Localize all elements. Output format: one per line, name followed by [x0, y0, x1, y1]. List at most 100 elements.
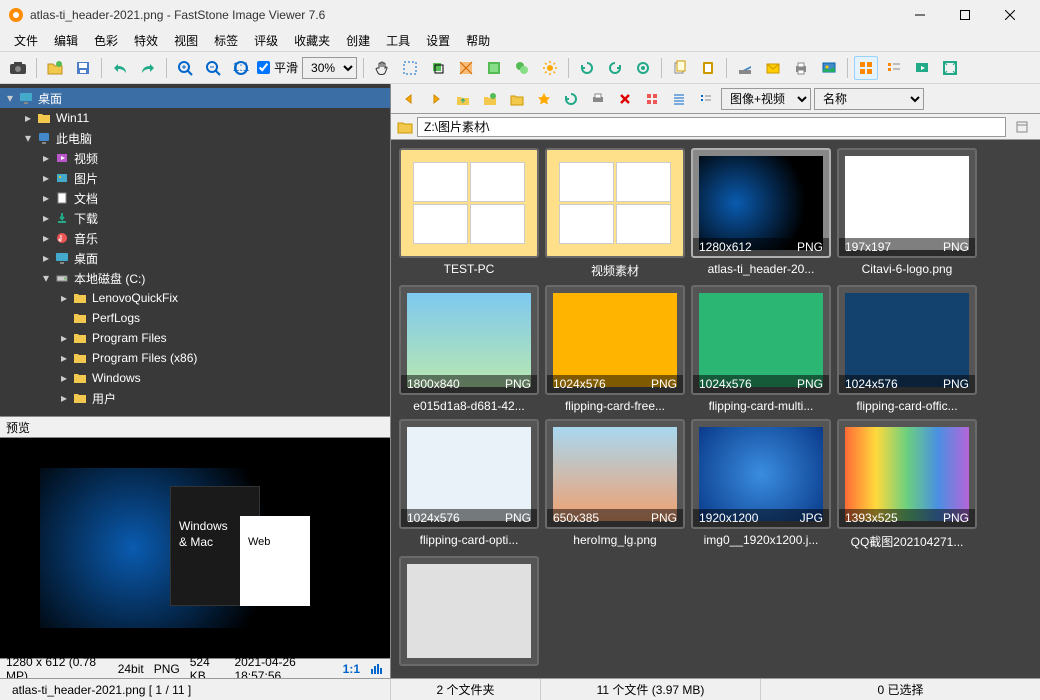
hand-icon[interactable]: [370, 56, 394, 80]
thumbnail[interactable]: 1800x840PNGe015d1a8-d681-42...: [399, 285, 539, 413]
tree-item[interactable]: ▾此电脑: [0, 128, 390, 148]
tree-item[interactable]: ▸下载: [0, 208, 390, 228]
open-icon[interactable]: [43, 56, 67, 80]
tree-item[interactable]: ▸视频: [0, 148, 390, 168]
tree-item[interactable]: ▾本地磁盘 (C:): [0, 268, 390, 288]
thumbnail[interactable]: 1280x612PNGatlas-ti_header-20...: [691, 148, 831, 279]
tree-expand-icon[interactable]: [58, 312, 70, 324]
thumbnail[interactable]: 1024x576PNGflipping-card-offic...: [837, 285, 977, 413]
tree-expand-icon[interactable]: ▸: [40, 192, 52, 204]
wallpaper-icon[interactable]: [817, 56, 841, 80]
path-history-icon[interactable]: [1010, 115, 1034, 139]
maximize-button[interactable]: [942, 0, 987, 30]
actual-size-icon[interactable]: 1:1: [229, 56, 253, 80]
redo-icon[interactable]: [136, 56, 160, 80]
thumbnail[interactable]: 1024x576PNGflipping-card-free...: [545, 285, 685, 413]
menu-item[interactable]: 帮助: [460, 30, 496, 51]
nav-selectall-icon[interactable]: [640, 87, 664, 111]
menu-item[interactable]: 视图: [168, 30, 204, 51]
smooth-checkbox[interactable]: 平滑: [257, 59, 298, 76]
nav-folder-icon[interactable]: [505, 87, 529, 111]
zoom-out-icon[interactable]: [201, 56, 225, 80]
thumbnail[interactable]: 197x197PNGCitavi-6-logo.png: [837, 148, 977, 279]
tree-expand-icon[interactable]: ▸: [40, 252, 52, 264]
histogram-icon[interactable]: [370, 663, 384, 675]
menu-item[interactable]: 创建: [340, 30, 376, 51]
resize-icon[interactable]: [454, 56, 478, 80]
clone-icon[interactable]: [510, 56, 534, 80]
menu-item[interactable]: 文件: [8, 30, 44, 51]
paste-icon[interactable]: [696, 56, 720, 80]
thumbnail[interactable]: 1024x576PNGflipping-card-multi...: [691, 285, 831, 413]
tree-expand-icon[interactable]: ▸: [40, 152, 52, 164]
tree-item[interactable]: PerfLogs: [0, 308, 390, 328]
thumbnail[interactable]: 650x385PNGheroImg_lg.png: [545, 419, 685, 550]
thumbnail[interactable]: 1920x1200JPGimg0__1920x1200.j...: [691, 419, 831, 550]
tree-item[interactable]: ▸Program Files (x86): [0, 348, 390, 368]
nav-viewmode1-icon[interactable]: [667, 87, 691, 111]
thumbnail[interactable]: 视频素材: [545, 148, 685, 279]
close-button[interactable]: [987, 0, 1032, 30]
menu-item[interactable]: 色彩: [88, 30, 124, 51]
menu-item[interactable]: 收藏夹: [288, 30, 336, 51]
nav-home-icon[interactable]: [478, 87, 502, 111]
tree-item[interactable]: ▸图片: [0, 168, 390, 188]
path-input[interactable]: [417, 117, 1006, 137]
menu-item[interactable]: 编辑: [48, 30, 84, 51]
filter-select[interactable]: 图像+视频: [721, 88, 811, 110]
tree-item[interactable]: ▸Win11: [0, 108, 390, 128]
print-icon[interactable]: [789, 56, 813, 80]
nav-forward-icon[interactable]: [424, 87, 448, 111]
tree-item[interactable]: ▸Windows: [0, 368, 390, 388]
menu-item[interactable]: 特效: [128, 30, 164, 51]
save-icon[interactable]: [71, 56, 95, 80]
tree-item[interactable]: ▾桌面: [0, 88, 390, 108]
tree-expand-icon[interactable]: ▸: [40, 232, 52, 244]
email-icon[interactable]: [761, 56, 785, 80]
nav-viewmode2-icon[interactable]: [694, 87, 718, 111]
tree-expand-icon[interactable]: ▾: [40, 272, 52, 284]
acquire-icon[interactable]: [6, 56, 30, 80]
thumbnail-area[interactable]: TEST-PC视频素材1280x612PNGatlas-ti_header-20…: [391, 140, 1040, 678]
tree-expand-icon[interactable]: ▾: [4, 92, 16, 104]
menu-item[interactable]: 评级: [248, 30, 284, 51]
nav-back-icon[interactable]: [397, 87, 421, 111]
tree-expand-icon[interactable]: ▾: [22, 132, 34, 144]
tree-item[interactable]: ▸音乐: [0, 228, 390, 248]
menu-item[interactable]: 工具: [380, 30, 416, 51]
fullscreen-icon[interactable]: [938, 56, 962, 80]
tree-item[interactable]: ▸桌面: [0, 248, 390, 268]
tree-item[interactable]: ▸Program Files: [0, 328, 390, 348]
tree-expand-icon[interactable]: ▸: [40, 212, 52, 224]
tree-expand-icon[interactable]: ▸: [58, 392, 70, 404]
zoom-select[interactable]: 30%: [302, 57, 357, 79]
preview-panel[interactable]: Windows& Mac Web: [0, 438, 390, 658]
nav-delete-icon[interactable]: [613, 87, 637, 111]
tree-expand-icon[interactable]: ▸: [58, 332, 70, 344]
brightness-icon[interactable]: [538, 56, 562, 80]
rotate-any-icon[interactable]: [631, 56, 655, 80]
minimize-button[interactable]: [897, 0, 942, 30]
scan-icon[interactable]: [733, 56, 757, 80]
menu-item[interactable]: 标签: [208, 30, 244, 51]
select-icon[interactable]: [398, 56, 422, 80]
thumbnail[interactable]: 1024x576PNGflipping-card-opti...: [399, 419, 539, 550]
thumbnail[interactable]: 1393x525PNGQQ截图202104271...: [837, 419, 977, 550]
sort-select[interactable]: 名称: [814, 88, 924, 110]
thumbnail[interactable]: TEST-PC: [399, 148, 539, 279]
tree-expand-icon[interactable]: ▸: [40, 172, 52, 184]
nav-print-icon[interactable]: [586, 87, 610, 111]
tree-expand-icon[interactable]: ▸: [58, 292, 70, 304]
tree-expand-icon[interactable]: ▸: [58, 372, 70, 384]
tree-expand-icon[interactable]: ▸: [58, 352, 70, 364]
nav-up-icon[interactable]: [451, 87, 475, 111]
nav-refresh-icon[interactable]: [559, 87, 583, 111]
canvas-icon[interactable]: [482, 56, 506, 80]
thumbnail[interactable]: [399, 556, 539, 670]
view-thumb-icon[interactable]: [854, 56, 878, 80]
folder-tree[interactable]: ▾桌面▸Win11▾此电脑▸视频▸图片▸文档▸下载▸音乐▸桌面▾本地磁盘 (C:…: [0, 84, 390, 416]
tree-item[interactable]: ▸文档: [0, 188, 390, 208]
crop-icon[interactable]: [426, 56, 450, 80]
tree-item[interactable]: ▸用户: [0, 388, 390, 408]
rotate-right-icon[interactable]: [603, 56, 627, 80]
